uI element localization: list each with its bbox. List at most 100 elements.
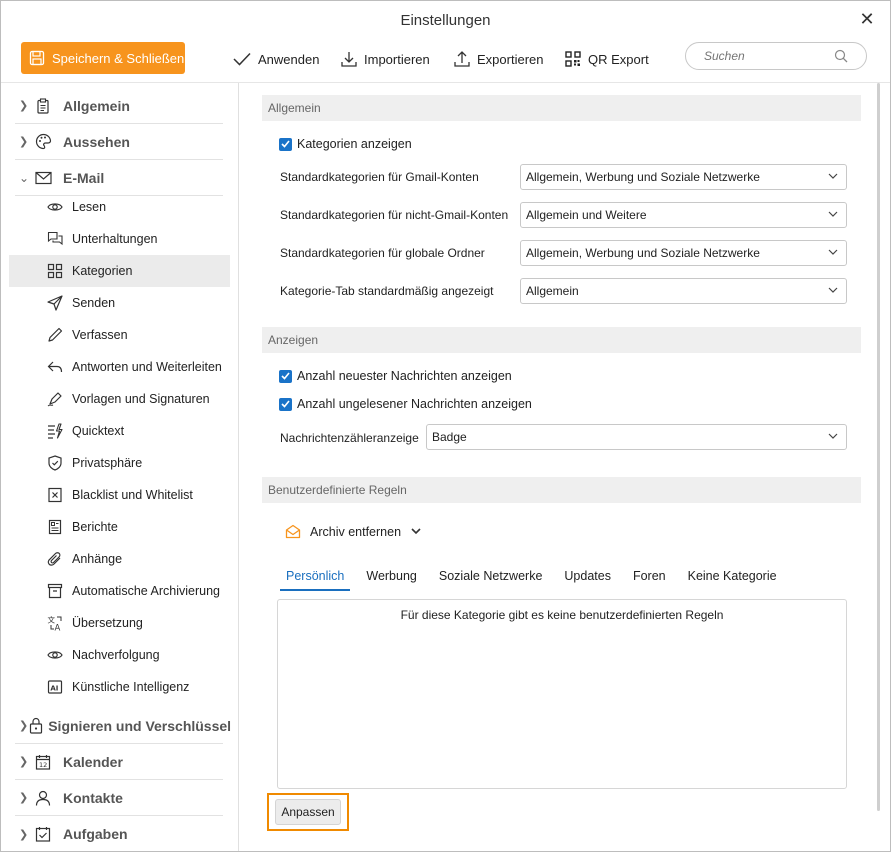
reply-icon xyxy=(47,361,63,373)
gmail-default-label: Standardkategorien für Gmail-Konten xyxy=(280,170,479,184)
import-button[interactable]: Importieren xyxy=(341,48,430,70)
sidebar-section-signieren[interactable]: ❯ Signieren und Verschlüssel xyxy=(15,708,231,744)
clipboard-icon xyxy=(37,97,49,114)
default-tab-select[interactable]: Allgemein xyxy=(520,278,847,304)
sidebar-item-antworten[interactable]: Antworten und Weiterleiten xyxy=(9,351,230,383)
select-value: Allgemein xyxy=(526,284,579,298)
sidebar-item-label: Nachverfolgung xyxy=(72,648,160,662)
sidebar-section-kalender[interactable]: ❯ 12 Kalender xyxy=(15,744,223,780)
adjust-button[interactable]: Anpassen xyxy=(275,799,341,825)
select-value: Allgemein, Werbung und Soziale Netzwerke xyxy=(526,246,760,260)
rules-empty-message: Für diese Kategorie gibt es keine benutz… xyxy=(400,608,724,622)
tracking-eye-icon xyxy=(47,651,63,659)
sidebar-item-label: Übersetzung xyxy=(72,616,143,630)
sidebar-item-quicktext[interactable]: Quicktext xyxy=(9,415,230,447)
select-value: Allgemein, Werbung und Soziale Netzwerke xyxy=(526,170,760,184)
chevron-down-icon xyxy=(828,287,838,293)
qr-code-icon xyxy=(565,51,581,67)
sidebar-item-blacklist[interactable]: Blacklist und Whitelist xyxy=(9,479,230,511)
sidebar-item-label: Blacklist und Whitelist xyxy=(72,488,193,502)
ai-icon: AI xyxy=(47,680,63,694)
sidebar-section-aufgaben[interactable]: ❯ Aufgaben xyxy=(15,816,223,851)
sidebar-item-lesen[interactable]: Lesen xyxy=(9,191,230,223)
qr-export-button[interactable]: QR Export xyxy=(565,48,649,70)
tab-persoenlich[interactable]: Persönlich xyxy=(280,567,351,591)
search-box[interactable] xyxy=(685,42,867,70)
checkbox-checked-icon xyxy=(279,369,292,383)
sidebar-item-anhaenge[interactable]: Anhänge xyxy=(9,543,230,575)
sidebar-item-senden[interactable]: Senden xyxy=(9,287,230,319)
quicktext-icon xyxy=(48,423,63,439)
chevron-right-icon: ❯ xyxy=(19,792,29,804)
sidebar-item-archivierung[interactable]: Automatische Archivierung xyxy=(9,575,230,607)
sidebar-item-privatsphaere[interactable]: Privatsphäre xyxy=(9,447,230,479)
tab-werbung[interactable]: Werbung xyxy=(360,567,423,591)
search-input[interactable] xyxy=(704,49,824,63)
sidebar-item-label: Verfassen xyxy=(72,328,128,342)
sidebar-item-verfassen[interactable]: Verfassen xyxy=(9,319,230,351)
task-icon xyxy=(35,827,51,842)
adjust-button-highlight: Anpassen xyxy=(267,793,349,831)
counter-display-select[interactable]: Badge xyxy=(426,424,847,450)
import-label: Importieren xyxy=(364,51,430,67)
sidebar-item-label: Künstliche Intelligenz xyxy=(72,680,190,694)
chevron-down-icon xyxy=(828,249,838,255)
select-value: Allgemein und Weitere xyxy=(526,208,647,222)
pencil-icon xyxy=(48,327,63,342)
sidebar-item-label: Kategorien xyxy=(72,264,133,278)
svg-text:A: A xyxy=(55,624,61,632)
sidebar-section-label: Kontakte xyxy=(63,789,123,806)
tab-soziale-netzwerke[interactable]: Soziale Netzwerke xyxy=(433,567,549,591)
sidebar-section-allgemein[interactable]: ❯ Allgemein xyxy=(15,88,223,124)
vertical-scrollbar[interactable] xyxy=(877,83,880,811)
sidebar-section-label: Aussehen xyxy=(63,133,130,150)
title-bar: Einstellungen ✕ xyxy=(1,1,890,41)
lock-icon xyxy=(30,717,43,734)
sidebar-item-label: Antworten und Weiterleiten xyxy=(72,360,222,374)
sidebar-item-uebersetzung[interactable]: 文A Übersetzung xyxy=(9,607,230,639)
sidebar-item-kategorien[interactable]: Kategorien xyxy=(9,255,230,287)
checkbox-label: Kategorien anzeigen xyxy=(297,137,412,151)
shield-icon xyxy=(48,455,62,471)
sidebar-item-vorlagen[interactable]: Vorlagen und Signaturen xyxy=(9,383,230,415)
sidebar-item-label: Berichte xyxy=(72,520,118,534)
export-button[interactable]: Exportieren xyxy=(454,48,543,70)
chevron-right-icon: ❯ xyxy=(19,828,29,841)
tab-keine-kategorie[interactable]: Keine Kategorie xyxy=(682,567,783,591)
unread-count-checkbox[interactable]: Anzahl ungelesener Nachrichten anzeigen xyxy=(279,397,532,411)
svg-text:12: 12 xyxy=(39,761,47,769)
sidebar-item-ki[interactable]: AI Künstliche Intelligenz xyxy=(9,671,230,703)
settings-window: Einstellungen ✕ Speichern & Schließen An… xyxy=(0,0,891,852)
save-close-button[interactable]: Speichern & Schließen xyxy=(21,42,185,74)
apply-button[interactable]: Anwenden xyxy=(233,48,319,70)
settings-content: Allgemein Kategorien anzeigen Standardka… xyxy=(240,83,890,851)
save-icon xyxy=(29,50,45,66)
close-icon[interactable]: ✕ xyxy=(858,10,876,28)
sidebar-section-kontakte[interactable]: ❯ Kontakte xyxy=(15,780,223,816)
gmail-default-select[interactable]: Allgemein, Werbung und Soziale Netzwerke xyxy=(520,164,847,190)
signature-icon xyxy=(47,392,62,407)
chevron-down-icon: ⌄ xyxy=(19,170,30,185)
sidebar-item-nachverfolgung[interactable]: Nachverfolgung xyxy=(9,639,230,671)
tab-foren[interactable]: Foren xyxy=(627,567,672,591)
archive-rule-dropdown[interactable]: Archiv entfernen xyxy=(285,524,421,539)
non-gmail-default-select[interactable]: Allgemein und Weitere xyxy=(520,202,847,228)
global-folder-default-select[interactable]: Allgemein, Werbung und Soziale Netzwerke xyxy=(520,240,847,266)
report-icon xyxy=(48,519,62,535)
sidebar-section-label: Aufgaben xyxy=(63,826,128,842)
chevron-down-icon xyxy=(828,433,838,439)
chat-icon xyxy=(47,231,63,246)
tab-updates[interactable]: Updates xyxy=(558,567,617,591)
sidebar-item-label: Lesen xyxy=(72,200,107,214)
show-categories-checkbox[interactable]: Kategorien anzeigen xyxy=(279,137,412,151)
sidebar-item-unterhaltungen[interactable]: Unterhaltungen xyxy=(9,223,230,255)
chevron-right-icon: ❯ xyxy=(19,756,29,768)
person-icon xyxy=(35,790,51,806)
sidebar-item-berichte[interactable]: Berichte xyxy=(9,511,230,543)
envelope-open-icon xyxy=(285,524,301,539)
newest-count-checkbox[interactable]: Anzahl neuester Nachrichten anzeigen xyxy=(279,369,512,383)
sidebar-section-aussehen[interactable]: ❯ Aussehen xyxy=(15,124,223,160)
counter-display-label: Nachrichtenzähleranzeige xyxy=(280,431,419,445)
non-gmail-default-label: Standardkategorien für nicht-Gmail-Konte… xyxy=(280,208,509,222)
global-folder-default-label: Standardkategorien für globale Ordner xyxy=(280,246,485,260)
